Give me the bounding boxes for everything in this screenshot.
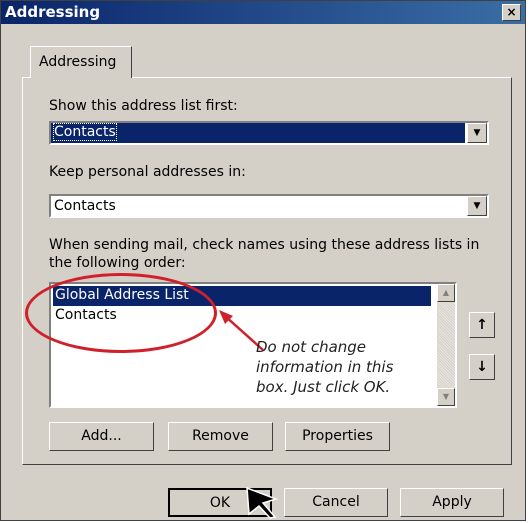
- show-list-label: Show this address list first:: [49, 98, 238, 114]
- tab-label: Addressing: [39, 54, 117, 70]
- vertical-scrollbar[interactable]: ▲ ▼: [437, 284, 455, 406]
- keep-addresses-value: Contacts: [54, 198, 116, 214]
- dropdown-icon[interactable]: ▼: [467, 123, 487, 143]
- add-button[interactable]: Add...: [49, 422, 154, 451]
- mouse-pointer-icon: [246, 487, 279, 519]
- apply-button[interactable]: Apply: [400, 488, 504, 517]
- check-names-label-2: the following order:: [49, 255, 186, 271]
- scroll-down-icon[interactable]: ▼: [437, 388, 455, 406]
- keep-addresses-dropdown[interactable]: Contacts ▼: [49, 194, 489, 218]
- dropdown-icon[interactable]: ▼: [467, 196, 487, 216]
- scroll-up-icon[interactable]: ▲: [437, 284, 455, 302]
- annotation-note: Do not change information in this box. J…: [256, 337, 431, 397]
- window-title: Addressing: [5, 3, 101, 21]
- title-bar[interactable]: Addressing ×: [1, 1, 525, 24]
- keep-addresses-label: Keep personal addresses in:: [49, 164, 246, 180]
- remove-button[interactable]: Remove: [168, 422, 273, 451]
- close-icon[interactable]: ×: [502, 4, 521, 21]
- move-up-button[interactable]: ↑: [469, 312, 495, 338]
- show-list-dropdown[interactable]: Contacts ▼: [49, 121, 489, 145]
- tab-addressing[interactable]: Addressing: [30, 46, 132, 78]
- annotation-line: information in this: [256, 358, 394, 376]
- annotation-line: Do not change: [256, 338, 367, 356]
- check-names-label-1: When sending mail, check names using the…: [49, 237, 480, 253]
- cancel-button[interactable]: Cancel: [284, 488, 388, 517]
- properties-button[interactable]: Properties: [285, 422, 390, 451]
- annotation-line: box. Just click OK.: [256, 378, 391, 396]
- addressing-dialog: Addressing × Addressing Show this addres…: [0, 0, 526, 521]
- list-item[interactable]: Global Address List: [53, 286, 431, 306]
- move-down-button[interactable]: ↓: [469, 354, 495, 380]
- move-up-icon: ↑: [476, 317, 488, 333]
- move-down-icon: ↓: [476, 359, 488, 375]
- show-list-value: Contacts: [53, 123, 117, 141]
- selection-highlight: Contacts: [51, 123, 465, 143]
